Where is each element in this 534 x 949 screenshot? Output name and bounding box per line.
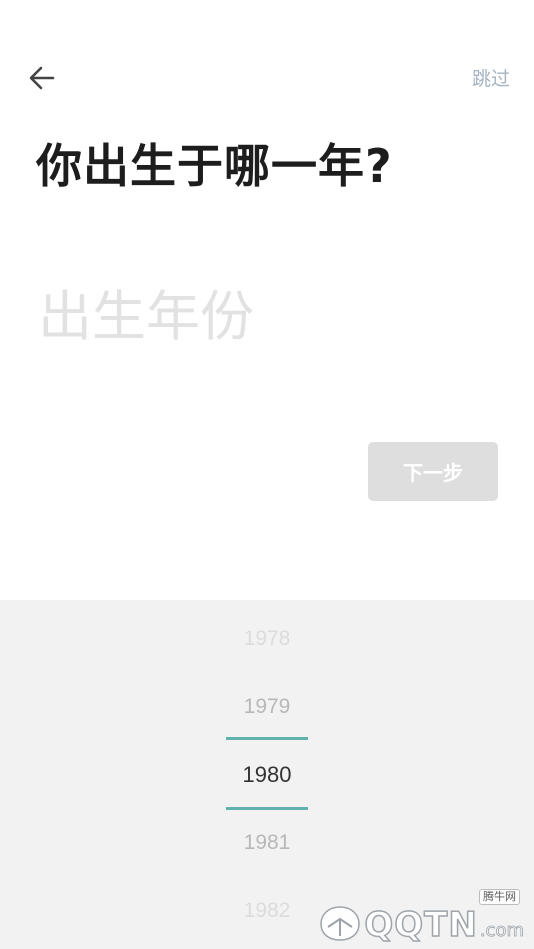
picker-item[interactable]: 1978 xyxy=(0,624,534,654)
picker-item[interactable]: 1979 xyxy=(0,692,534,722)
watermark-tag: 腾牛网 xyxy=(479,889,520,905)
watermark-logo-text: QQTN xyxy=(364,905,478,945)
birth-year-field[interactable]: 出生年份 xyxy=(38,280,254,354)
back-button[interactable] xyxy=(26,62,58,94)
watermark-suffix: .com xyxy=(479,920,524,942)
selection-line-top xyxy=(226,737,308,740)
picker-item[interactable]: 1981 xyxy=(0,828,534,858)
skip-button[interactable]: 跳过 xyxy=(472,64,510,91)
picker-item-selected[interactable]: 1980 xyxy=(0,760,534,790)
arrow-left-icon xyxy=(29,66,55,90)
year-picker[interactable]: 1978 1979 1980 1981 1982 xyxy=(0,600,534,949)
page-title: 你出生于哪一年? xyxy=(36,139,393,193)
next-button[interactable]: 下一步 xyxy=(368,442,498,501)
watermark: QQTN .com 腾牛网 xyxy=(318,889,524,945)
watermark-logo-icon xyxy=(320,906,361,941)
selection-line-bottom xyxy=(226,807,308,810)
